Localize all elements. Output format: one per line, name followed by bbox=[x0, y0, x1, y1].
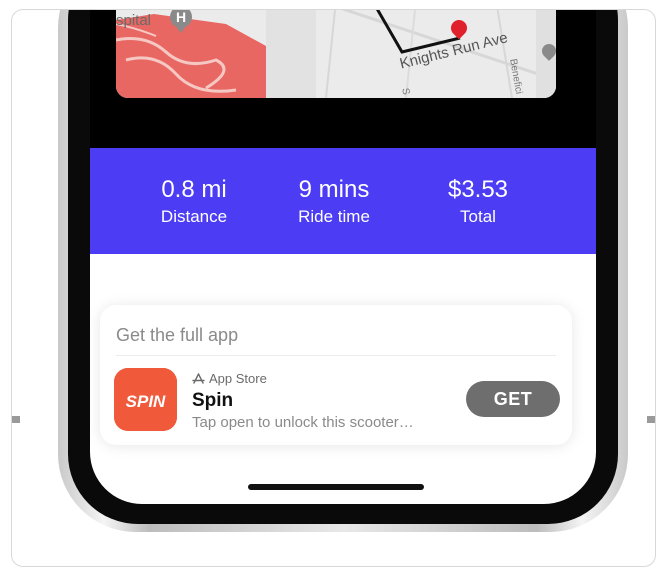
spin-logo-text: SPIN bbox=[126, 392, 166, 411]
map-label-hospital: spital bbox=[116, 12, 152, 29]
phone-side-button-left bbox=[12, 416, 20, 423]
distance-label: Distance bbox=[160, 207, 228, 226]
phone-side-button-right bbox=[647, 416, 655, 423]
divider bbox=[116, 355, 556, 356]
phone-screen: spital H Knights Run Ave Benefici S 0.8 … bbox=[90, 10, 596, 504]
distance-value: 0.8 mi bbox=[161, 176, 227, 203]
screenshot-frame: spital H Knights Run Ave Benefici S 0.8 … bbox=[11, 9, 656, 567]
spin-logo: SPIN bbox=[114, 368, 177, 431]
map-label-s: S bbox=[399, 87, 412, 96]
map-section: spital H Knights Run Ave Benefici S bbox=[90, 10, 596, 148]
app-subtitle: Tap open to unlock this scooter… bbox=[192, 414, 414, 431]
app-clip-header: Get the full app bbox=[116, 325, 239, 345]
phone-frame: spital H Knights Run Ave Benefici S 0.8 … bbox=[58, 10, 628, 532]
stat-total: $3.53 Total bbox=[408, 176, 548, 228]
total-value: $3.53 bbox=[447, 176, 509, 203]
app-store-icon bbox=[192, 372, 205, 384]
ride-time-value: 9 mins bbox=[298, 176, 370, 203]
map-view[interactable]: spital H Knights Run Ave Benefici S bbox=[116, 10, 556, 98]
app-clip-card[interactable]: Get the full app SPIN App Store Spin Tap… bbox=[100, 305, 572, 445]
hospital-pin-tail bbox=[176, 26, 186, 33]
app-store-row: App Store bbox=[192, 371, 267, 386]
ride-time-label: Ride time bbox=[298, 207, 370, 226]
stat-ride-time: 9 mins Ride time bbox=[264, 176, 404, 228]
total-label: Total bbox=[460, 207, 496, 226]
ride-stats-bar: 0.8 mi Distance 9 mins Ride time $3.53 T… bbox=[90, 148, 596, 254]
spin-app-icon[interactable]: SPIN bbox=[114, 368, 177, 431]
stat-distance: 0.8 mi Distance bbox=[124, 176, 264, 228]
phone-bezel: spital H Knights Run Ave Benefici S 0.8 … bbox=[68, 10, 618, 524]
app-store-label: App Store bbox=[209, 371, 267, 386]
home-indicator[interactable] bbox=[248, 484, 424, 490]
get-button[interactable]: GET bbox=[466, 381, 560, 417]
app-name: Spin bbox=[192, 390, 234, 411]
